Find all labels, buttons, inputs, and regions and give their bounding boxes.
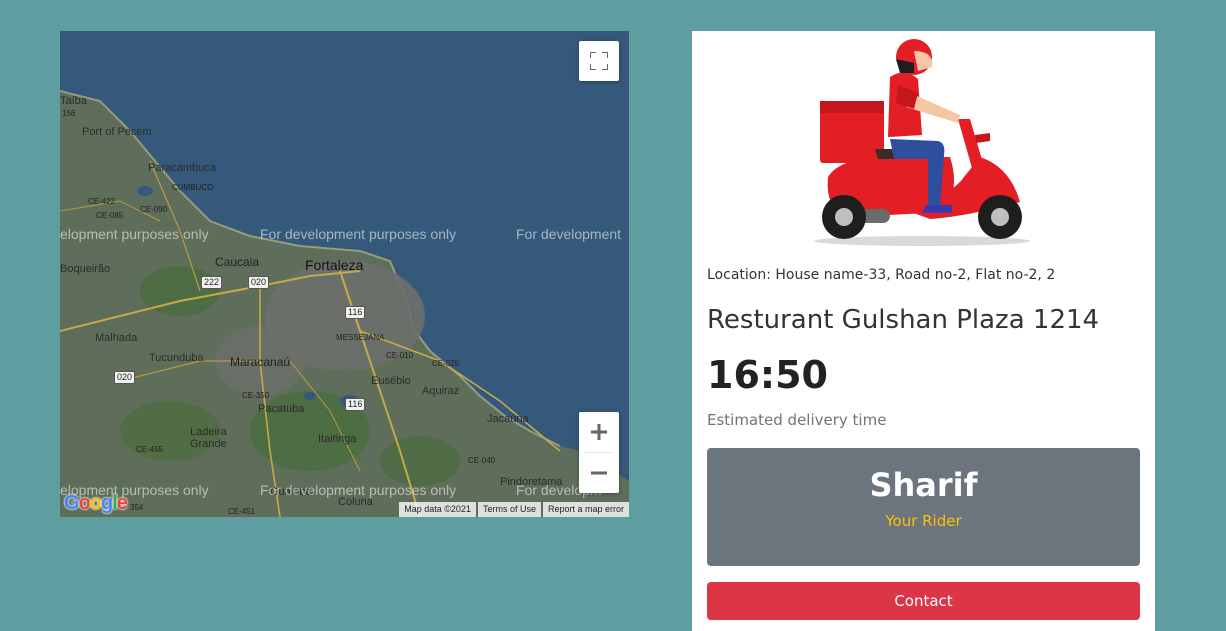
map-label-jacauna: Jacaúna	[487, 413, 529, 425]
map-label-ce025: CE-025	[432, 359, 460, 368]
map-label-tucunduba: Tucunduba	[149, 352, 204, 364]
highway-shield: 222	[201, 276, 223, 289]
rider-role: Your Rider	[885, 512, 962, 530]
map-attribution: Map data ©2021 Terms of Use Report a map…	[397, 502, 629, 517]
dev-watermark: For development	[516, 226, 622, 242]
delivery-location: Location: House name-33, Road no-2, Flat…	[707, 267, 1056, 283]
map-label-cumbuco: CUMBUCO	[172, 183, 214, 192]
map-label-ce455: CE-455	[136, 445, 164, 454]
highway-shield: 116	[345, 306, 366, 319]
terms-of-use-link[interactable]: Terms of Use	[477, 502, 541, 517]
dev-watermark: For development purposes only	[260, 482, 457, 498]
zoom-out-button[interactable]	[579, 453, 619, 493]
map-label-ce085: CE-085	[96, 211, 124, 220]
map-label-taiba: Taíba	[60, 95, 87, 107]
minus-icon	[591, 471, 607, 475]
map[interactable]: Taíba 156 Port of Pecem Paracambuca CUMB…	[60, 31, 629, 517]
delivery-time-label: Estimated delivery time	[707, 411, 887, 429]
map-data-label: Map data ©2021	[399, 502, 476, 517]
zoom-in-button[interactable]	[579, 412, 619, 452]
map-label-code: 354	[130, 503, 144, 512]
map-label-ce350: CE-350	[242, 391, 270, 400]
map-label-port-of-pecem: Port of Pecem	[82, 126, 152, 138]
map-label-maracanau: Maracanaú	[230, 355, 291, 369]
dev-watermark: For development purposes only	[260, 226, 457, 242]
map-label-ce010: CE-010	[386, 351, 414, 360]
fullscreen-button[interactable]	[579, 41, 619, 81]
map-label-ce090: CE-090	[140, 205, 168, 214]
delivery-time: 16:50	[707, 353, 828, 397]
rider-info-box: Sharif Your Rider	[707, 448, 1140, 566]
report-map-error-link[interactable]: Report a map error	[542, 502, 629, 517]
map-label-boqueirao: Boqueirão	[60, 263, 111, 275]
google-logo[interactable]: Google	[64, 492, 128, 515]
map-label-ce422: CE-422	[88, 197, 116, 206]
delivery-rider-illustration	[814, 39, 1030, 246]
map-label-ce451: CE-451	[228, 507, 256, 516]
map-label-paracambuca: Paracambuca	[148, 162, 216, 174]
plus-icon	[591, 424, 607, 440]
map-label-messejana: MESSEJANA	[336, 333, 385, 342]
map-label-itaitinga: Itaitinga	[318, 433, 357, 445]
dev-watermark: elopment purposes only	[60, 226, 209, 242]
map-label-aquiraz: Aquiraz	[422, 385, 460, 397]
highway-shield: 116	[345, 398, 366, 411]
highway-shield: 020	[114, 371, 136, 384]
map-label-eusebio: Eusébio	[371, 375, 411, 387]
fullscreen-icon	[590, 52, 608, 70]
map-label-pacatuba: Pacatuba	[258, 403, 305, 415]
contact-button[interactable]: Contact	[707, 582, 1140, 620]
map-label-malhada: Malhada	[95, 332, 138, 344]
map-label-caucaia: Caucaia	[215, 255, 260, 269]
restaurant-name: Resturant Gulshan Plaza 1214	[707, 305, 1100, 335]
map-label-ce040: CE-040	[468, 456, 496, 465]
zoom-control	[579, 412, 619, 493]
map-label-ladeira-grande: Ladeira Grande	[190, 426, 227, 450]
map-label-code: 156	[62, 109, 76, 118]
delivery-card: Location: House name-33, Road no-2, Flat…	[692, 31, 1155, 631]
map-label-fortaleza: Fortaleza	[305, 257, 364, 273]
rider-name: Sharif	[869, 466, 978, 504]
highway-shield: 020	[248, 276, 270, 289]
